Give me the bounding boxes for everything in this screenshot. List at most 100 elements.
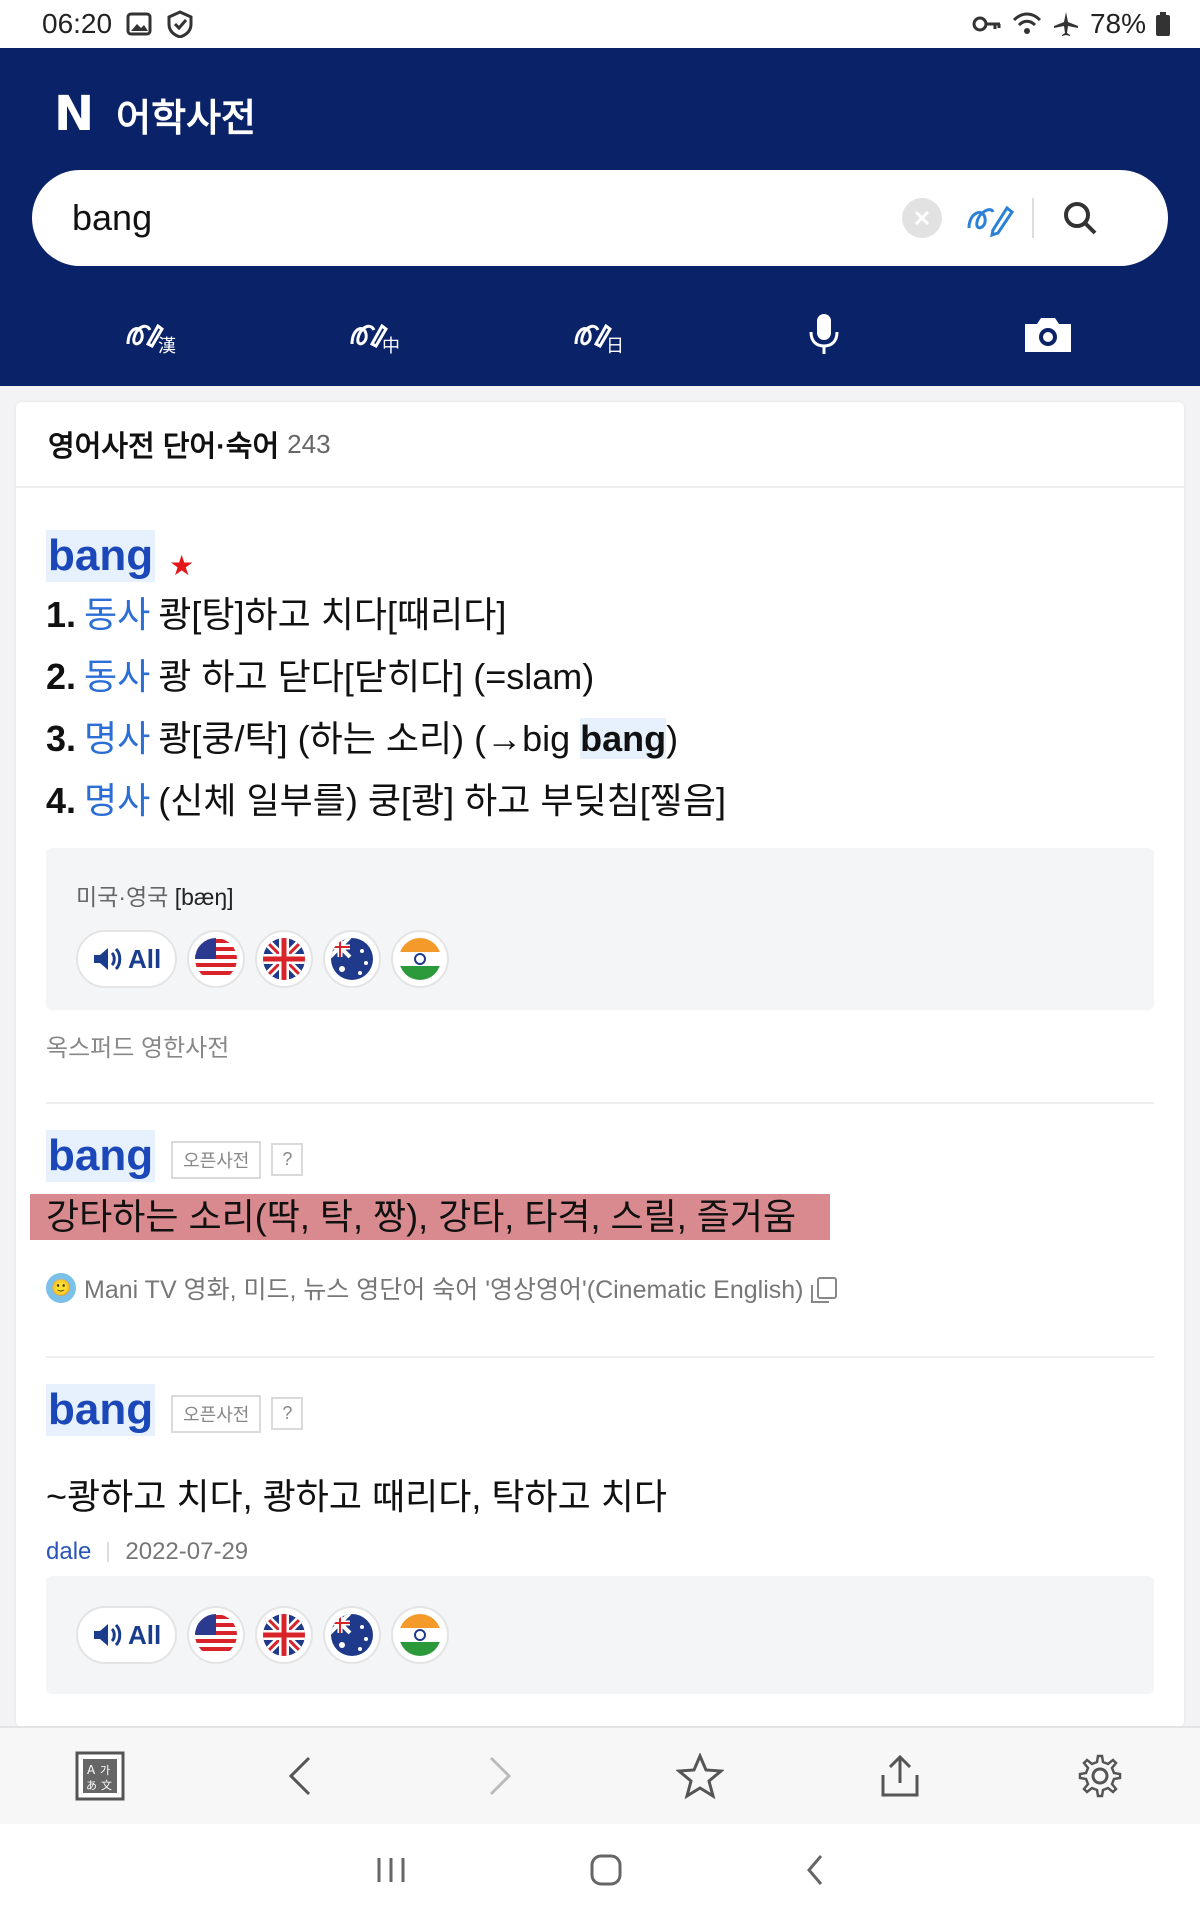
uk-flag-icon — [263, 1614, 306, 1656]
results-card: 영어사전 단어·숙어 243 bang ★ 1. 동사 쾅[탕]하고 치다[때리다] … — [16, 402, 1184, 1727]
sense-item: 2. 동사 쾅 하고 닫다[닫히다] (=slam) — [46, 646, 1154, 708]
play-all-button[interactable]: All — [76, 1606, 178, 1664]
part-of-speech: 동사 — [84, 594, 151, 636]
audio-buttons: All — [76, 930, 450, 988]
help-button[interactable]: ? — [271, 1397, 304, 1431]
share-icon — [881, 1754, 919, 1797]
au-flag-icon — [331, 938, 374, 980]
part-of-speech: 명사 — [84, 718, 151, 760]
input-tools: 漢 中 日 — [0, 298, 1200, 370]
status-time: 06:20 — [42, 8, 113, 39]
translate-button[interactable]: A가あ文 — [0, 1751, 200, 1801]
in-flag-icon — [399, 938, 442, 980]
entry-opendict-1: bang 오픈사전? — [46, 1130, 1154, 1185]
svg-text:中: 中 — [382, 336, 400, 354]
home-icon — [590, 1854, 622, 1885]
chinese-handwriting-button[interactable]: 中 — [264, 298, 488, 370]
entry-word[interactable]: bang — [46, 530, 156, 582]
us-flag-icon — [195, 938, 238, 980]
forward-button[interactable] — [400, 1754, 600, 1798]
app-header: N 어학사전 漢 中 日 — [0, 48, 1200, 386]
handwriting-icon — [967, 205, 1015, 238]
entry-divider — [46, 1102, 1154, 1104]
svg-text:漢: 漢 — [158, 336, 176, 354]
highlighted-term: bang — [580, 718, 667, 760]
entry-oxford: bang ★ 1. 동사 쾅[탕]하고 치다[때리다] 2. 동사 쾅 하고 닫다[닫히다… — [46, 530, 1154, 832]
home-button[interactable] — [589, 1853, 623, 1892]
airplane-mode-icon — [1053, 12, 1078, 36]
brand[interactable]: N 어학사전 — [54, 86, 256, 142]
entry-definition: 강타하는 소리(딱, 탁, 짱), 강타, 타격, 스릴, 즐거움 — [46, 1196, 797, 1237]
voice-search-button[interactable] — [712, 298, 936, 370]
sense-item: 4. 명사 (신체 일부를) 쿵[쾅] 하고 부딪침[찧음] — [46, 770, 1154, 832]
us-flag-button[interactable] — [187, 1606, 246, 1664]
entry-word[interactable]: bang — [46, 1384, 156, 1436]
uk-flag-icon — [263, 938, 306, 980]
camera-search-button[interactable] — [936, 298, 1160, 370]
brand-title: 어학사전 — [116, 97, 257, 140]
camera-icon — [1025, 318, 1071, 352]
sense-text: 쾅[탕]하고 치다[때리다] — [158, 594, 507, 636]
wifi-icon — [1012, 12, 1042, 34]
back-button[interactable] — [200, 1754, 400, 1798]
us-flag-icon — [195, 1614, 238, 1656]
in-flag-button[interactable] — [391, 1606, 450, 1664]
author-name[interactable]: dale — [46, 1538, 91, 1566]
sense-number: 1. — [46, 594, 77, 636]
entry-source[interactable]: 🙂 Mani TV 영화, 미드, 뉴스 영단어 숙어 '영상영어'(Cinem… — [46, 1270, 838, 1306]
japanese-handwriting-button[interactable]: 日 — [488, 298, 712, 370]
search-bar — [32, 170, 1168, 266]
search-input[interactable] — [72, 197, 892, 239]
open-dictionary-tag: 오픈사전 — [171, 1394, 262, 1433]
entry-divider — [46, 1356, 1154, 1358]
hanja-handwriting-button[interactable]: 漢 — [40, 298, 264, 370]
dictionary-source[interactable]: 옥스퍼드 영한사전 — [46, 1028, 229, 1063]
system-nav-bar — [0, 1824, 1200, 1920]
in-flag-button[interactable] — [391, 930, 450, 988]
settings-button[interactable] — [1000, 1754, 1200, 1798]
pronunciation-region: 미국·영국 — [76, 884, 169, 910]
pronunciation-box: All — [46, 1576, 1154, 1694]
sense-number: 2. — [46, 656, 77, 698]
handwriting-button[interactable] — [960, 188, 1020, 248]
part-of-speech: 명사 — [84, 780, 151, 822]
pronunciation-ipa: [bæŋ] — [174, 884, 234, 910]
entry-opendict-2: bang 오픈사전? — [46, 1384, 1154, 1439]
chinese-handwriting-icon: 中 — [350, 323, 400, 354]
avatar: 🙂 — [46, 1273, 76, 1303]
help-button[interactable]: ? — [271, 1143, 304, 1177]
svg-text:가: 가 — [100, 1764, 110, 1777]
search-button[interactable] — [1050, 188, 1110, 248]
pronunciation-label: 미국·영국 [bæŋ] — [76, 878, 234, 912]
translate-icon: A 가あ文 — [75, 1751, 125, 1801]
chevron-left-icon — [288, 1756, 311, 1796]
au-flag-button[interactable] — [323, 1606, 382, 1664]
chevron-right-icon — [489, 1756, 512, 1796]
recent-apps-button[interactable] — [373, 1854, 409, 1891]
us-flag-button[interactable] — [187, 930, 246, 988]
byline-divider — [107, 1542, 110, 1562]
bookmark-button[interactable] — [600, 1753, 800, 1799]
section-title: 영어사전 단어·숙어 — [48, 431, 280, 463]
speaker-icon — [94, 947, 122, 971]
svg-text:文: 文 — [101, 1778, 112, 1792]
entry-word[interactable]: bang — [46, 1130, 156, 1182]
play-all-label: All — [128, 943, 162, 974]
play-all-button[interactable]: All — [76, 930, 178, 988]
sense-item: 3. 명사 쾅[쿵/탁] (하는 소리) (→big bang) — [46, 708, 1154, 770]
vpn-key-icon — [972, 16, 1001, 32]
au-flag-button[interactable] — [323, 930, 382, 988]
security-check-icon — [167, 10, 193, 38]
system-back-button[interactable] — [803, 1852, 827, 1893]
copy-icon[interactable] — [811, 1277, 838, 1303]
uk-flag-button[interactable] — [255, 930, 314, 988]
clear-search-button[interactable] — [902, 198, 942, 238]
share-button[interactable] — [800, 1753, 1000, 1799]
naver-logo: N — [54, 86, 95, 142]
back-icon — [807, 1854, 823, 1885]
result-count: 243 — [287, 428, 331, 459]
entry-definition: ~쾅하고 치다, 쾅하고 때리다, 탁하고 치다 — [46, 1476, 667, 1517]
uk-flag-button[interactable] — [255, 1606, 314, 1664]
in-flag-icon — [399, 1614, 442, 1656]
open-dictionary-tag: 오픈사전 — [171, 1140, 262, 1179]
